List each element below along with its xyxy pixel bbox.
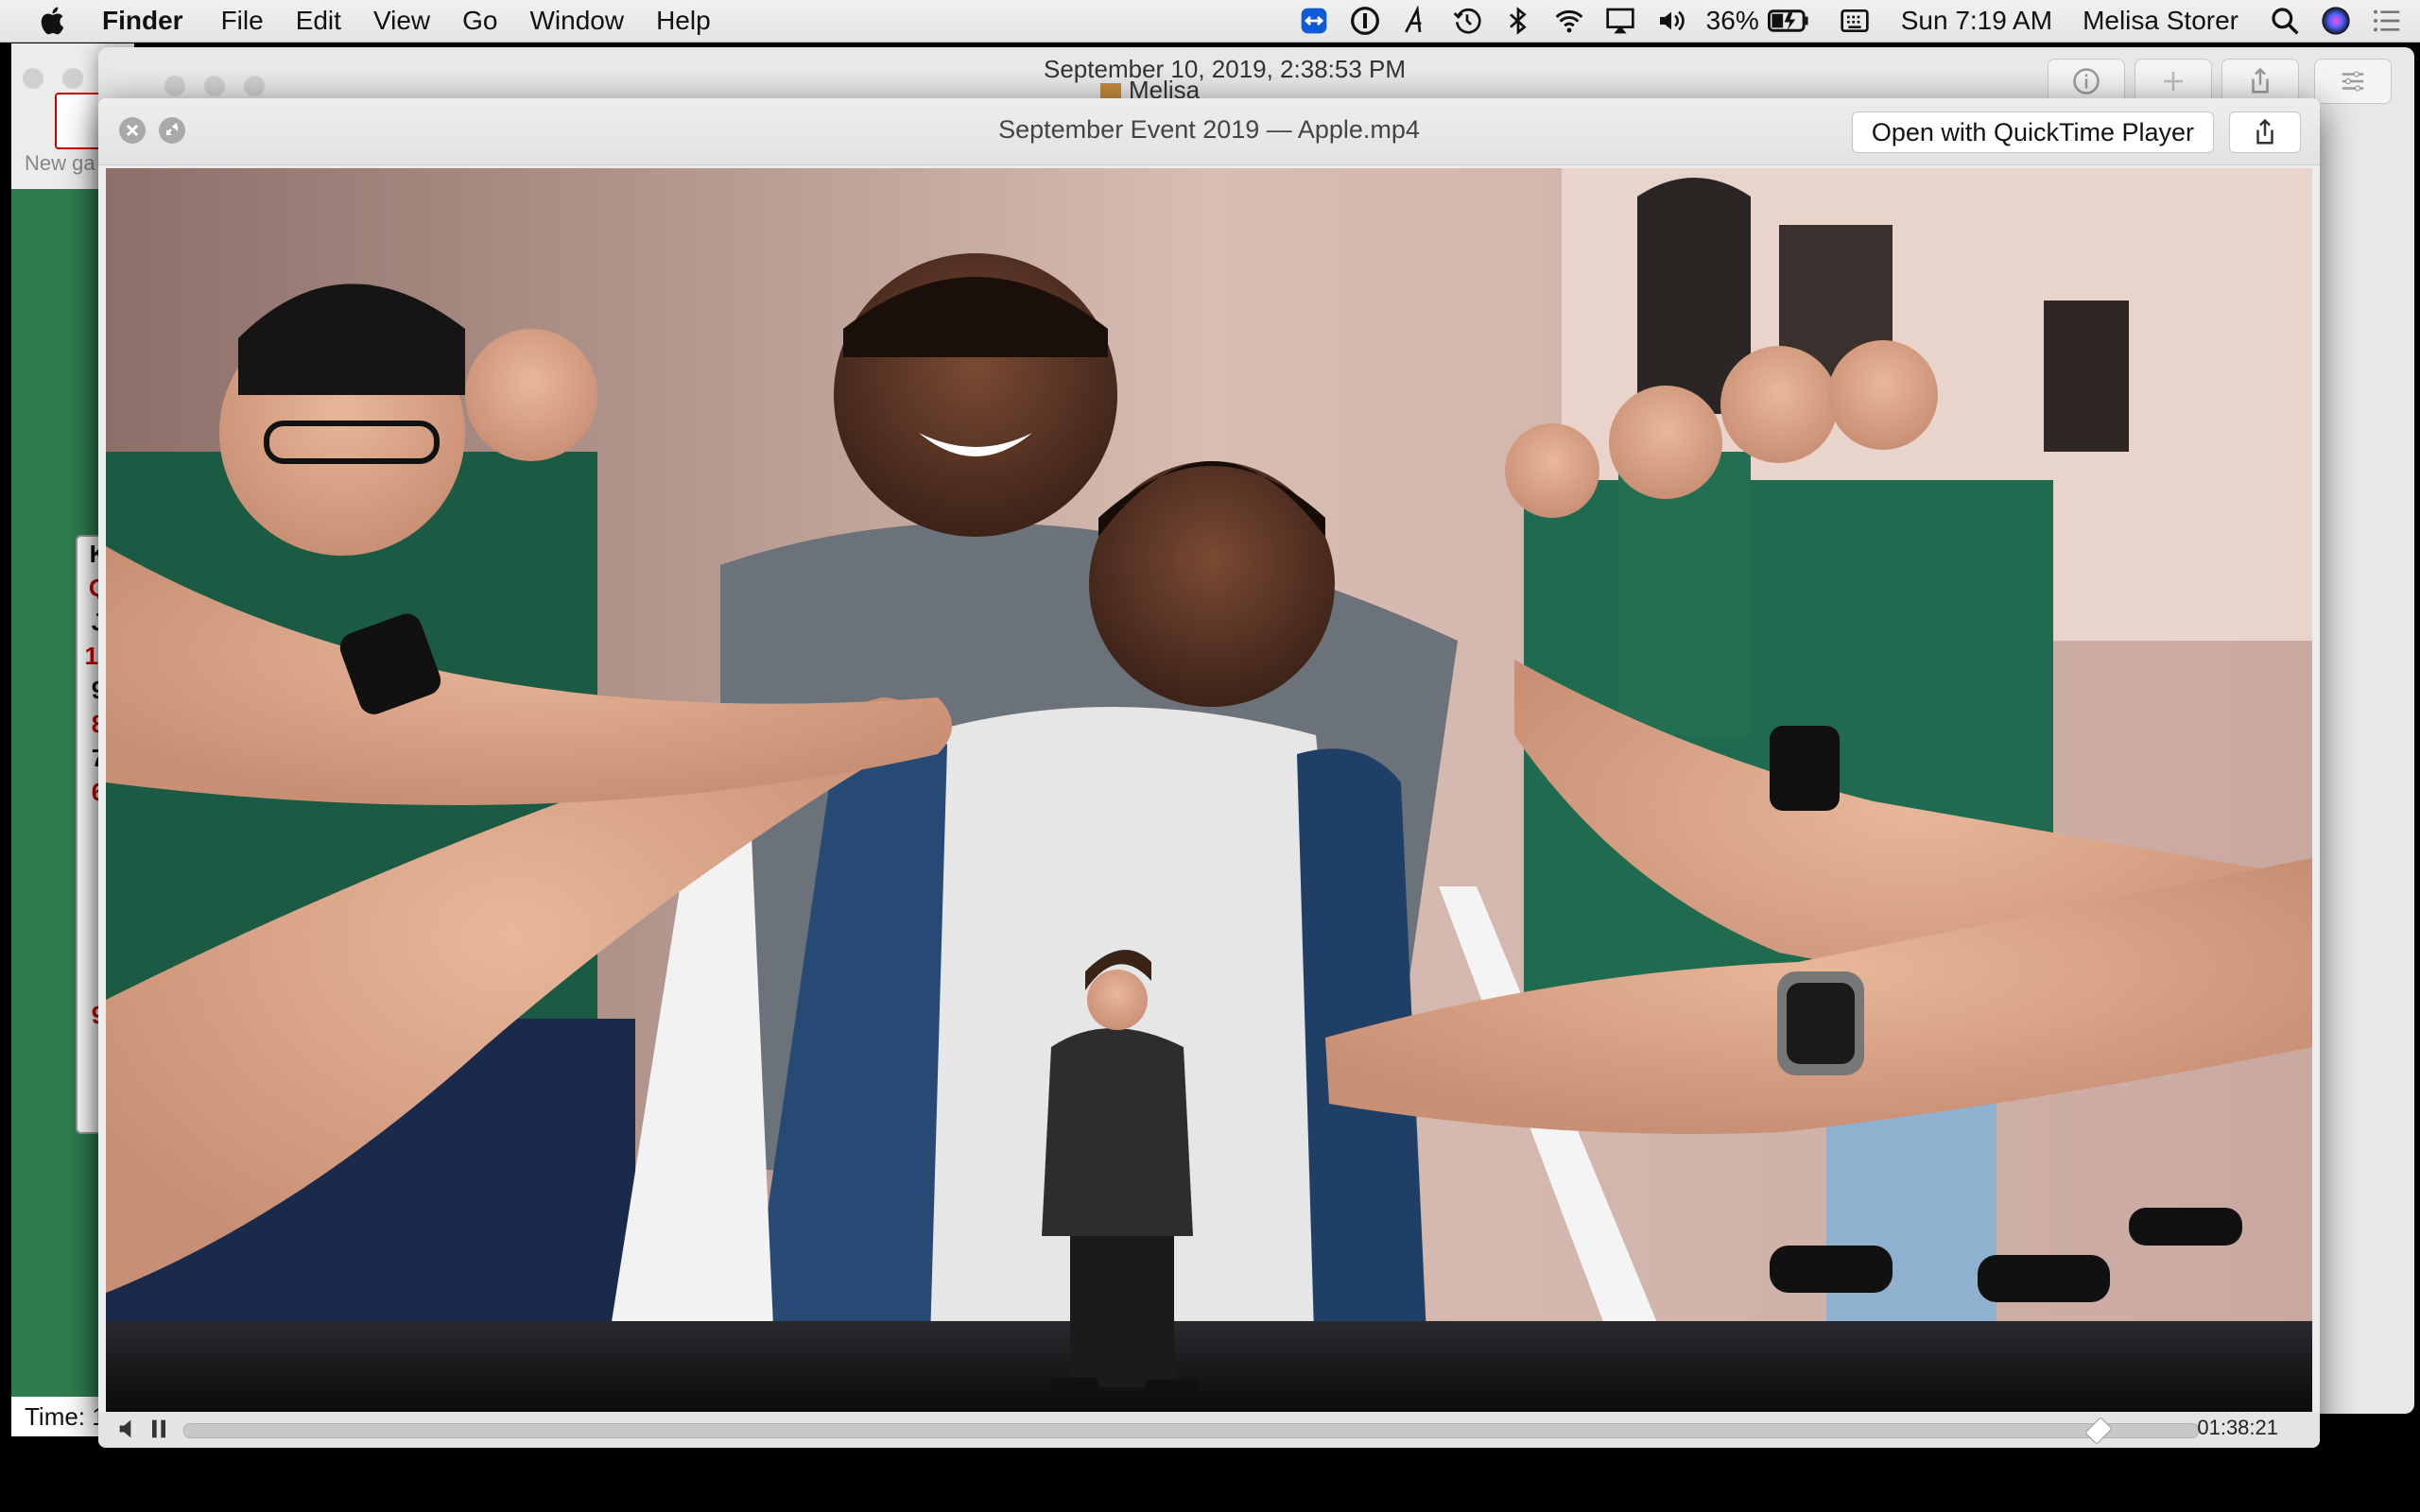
font-icon[interactable] <box>1400 5 1432 37</box>
1password-icon[interactable] <box>1349 5 1381 37</box>
video-still-image <box>106 168 2312 1412</box>
quicklook-window: September Event 2019 — Apple.mp4 Open wi… <box>98 98 2320 1448</box>
menu-go[interactable]: Go <box>462 6 497 36</box>
menubar-user[interactable]: Melisa Storer <box>2083 6 2238 36</box>
playback-controls: 01:38:21 <box>98 1412 2320 1448</box>
battery-icon[interactable] <box>1767 5 1810 37</box>
time-machine-icon[interactable] <box>1451 5 1483 37</box>
share-icon <box>2252 67 2269 94</box>
siri-icon[interactable] <box>2320 5 2352 37</box>
status-area: 36% Sun 7:19 AM Melisa Storer <box>1298 0 2420 42</box>
minimize-dot[interactable] <box>204 76 225 96</box>
menu-view[interactable]: View <box>373 6 430 36</box>
video-frame[interactable] <box>106 168 2312 1412</box>
open-with-quicktime-button[interactable]: Open with QuickTime Player <box>1851 112 2214 153</box>
cards-icon[interactable] <box>55 93 102 149</box>
share-icon <box>2256 118 2273 145</box>
window-controls <box>23 68 102 89</box>
close-dot[interactable] <box>164 76 185 96</box>
finder-window-controls <box>164 76 284 96</box>
info-button[interactable] <box>2048 59 2125 104</box>
menubar-clock[interactable]: Sun 7:19 AM <box>1901 6 2052 36</box>
quicklook-titlebar: September Event 2019 — Apple.mp4 Open wi… <box>98 98 2320 165</box>
teamviewer-icon[interactable] <box>1298 5 1330 37</box>
menu-help[interactable]: Help <box>656 6 711 36</box>
spotlight-icon[interactable] <box>2269 5 2301 37</box>
menu-window[interactable]: Window <box>529 6 624 36</box>
volume-icon[interactable] <box>1655 5 1687 37</box>
finder-share-button[interactable] <box>2221 59 2299 104</box>
info-icon <box>2073 68 2100 94</box>
keyboard-icon[interactable] <box>1839 5 1871 37</box>
pause-icon[interactable] <box>146 1416 172 1442</box>
playhead[interactable] <box>2083 1417 2113 1445</box>
menu-edit[interactable]: Edit <box>296 6 341 36</box>
sliders-icon <box>2342 71 2364 92</box>
finder-date: September 10, 2019, 2:38:53 PM <box>1044 55 1407 83</box>
settings-button[interactable] <box>2314 59 2392 104</box>
app-name-menu[interactable]: Finder <box>102 6 183 36</box>
menu-bar: Finder File Edit View Go Window Help 36%… <box>0 0 2420 43</box>
plus-icon <box>2164 72 2183 91</box>
wifi-icon[interactable] <box>1553 5 1585 37</box>
minimize-dot[interactable] <box>62 68 83 89</box>
menu-file[interactable]: File <box>221 6 264 36</box>
mute-icon[interactable] <box>115 1416 142 1442</box>
share-button[interactable] <box>2229 112 2301 153</box>
bluetooth-icon[interactable] <box>1502 5 1534 37</box>
airplay-icon[interactable] <box>1604 5 1636 37</box>
new-game-button[interactable]: New ga <box>25 151 95 176</box>
apple-menu-icon[interactable] <box>38 5 70 37</box>
battery-percentage: 36% <box>1705 6 1759 35</box>
time-remaining: 01:38:21 <box>2197 1416 2278 1439</box>
notification-center-icon[interactable] <box>2371 5 2403 37</box>
add-button[interactable] <box>2135 59 2212 104</box>
desktop-bottom <box>0 1448 2420 1512</box>
close-dot[interactable] <box>23 68 43 89</box>
zoom-dot[interactable] <box>244 76 265 96</box>
playback-scrubber[interactable] <box>183 1417 2199 1445</box>
